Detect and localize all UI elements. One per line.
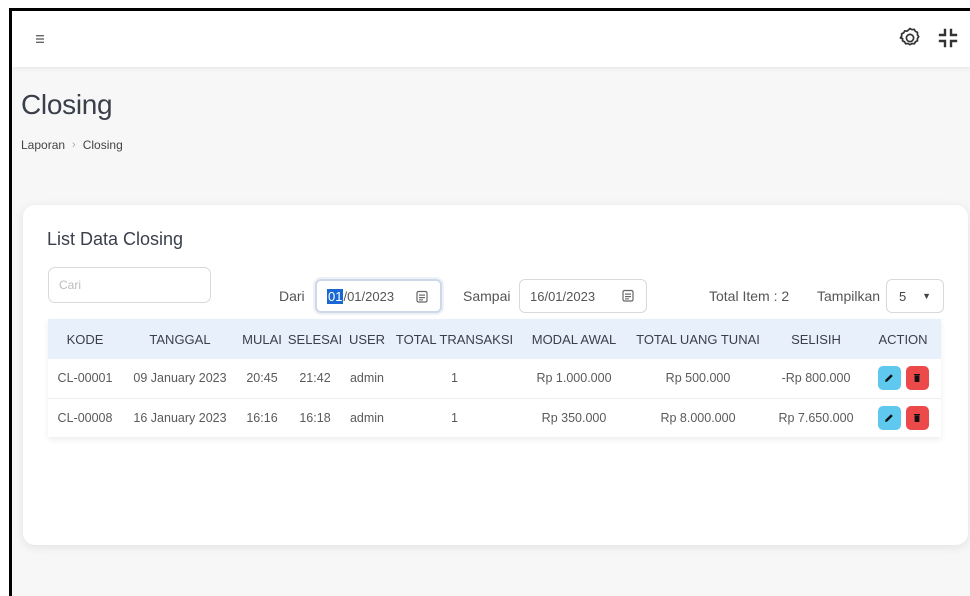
from-date-selected-text: 01 (327, 288, 344, 304)
calendar-icon[interactable] (416, 290, 428, 303)
trash-icon (914, 413, 920, 422)
column-header-selisih: SELISIH (791, 331, 841, 347)
closing-table: KODE TANGGAL MULAI SELESAI USER TOTAL TR… (48, 319, 941, 437)
delete-button[interactable] (905, 405, 929, 430)
cell-total-uang-tunai: Rp 8.000.000 (660, 410, 736, 425)
menu-icon[interactable] (32, 30, 50, 48)
column-header-mulai: MULAI (242, 331, 282, 347)
cell-kode: CL-00008 (57, 410, 113, 425)
page-size-value: 5 (899, 288, 907, 304)
cell-tanggal: 09 January 2023 (133, 371, 227, 386)
column-header-action: ACTION (878, 331, 928, 347)
to-date-text: 16/01/2023 (530, 288, 596, 304)
page-size-select[interactable]: 5 ▼ (886, 279, 944, 313)
cell-mulai: 20:45 (246, 371, 278, 386)
cell-action (865, 359, 941, 398)
app-canvas: Closing Laporan › Closing List Data Clos… (12, 11, 970, 596)
cell-selisih: Rp 7.650.000 (778, 410, 854, 425)
cell-selisih: -Rp 800.000 (781, 371, 851, 386)
calendar-icon[interactable] (622, 289, 634, 302)
column-header-user: USER (348, 331, 386, 347)
column-header-modal-awal: MODAL AWAL (531, 331, 617, 347)
pencil-icon (885, 413, 893, 422)
breadcrumb: Laporan › Closing (21, 138, 123, 152)
cell-mulai: 16:16 (246, 410, 278, 425)
page-title: Closing (21, 89, 113, 120)
closing-list-card: List Data Closing Dari 01/01/2023 Sampai… (23, 205, 968, 545)
column-header-selesai: SELESAI (287, 331, 343, 347)
show-label: Tampilkan (817, 288, 881, 304)
cell-tanggal: 16 January 2023 (133, 410, 227, 425)
top-bar (12, 11, 970, 67)
cell-user: admin (349, 371, 385, 386)
to-label: Sampai (463, 288, 511, 304)
edit-button[interactable] (877, 366, 901, 391)
cell-user: admin (349, 410, 385, 425)
from-date-input[interactable]: 01/01/2023 (315, 279, 442, 313)
cell-modal-awal: Rp 1.000.000 (536, 371, 612, 386)
column-header-kode: KODE (66, 331, 104, 347)
compress-icon[interactable] (937, 27, 959, 49)
cell-action (865, 398, 941, 437)
card-title: List Data Closing (47, 229, 184, 249)
chevron-down-icon: ▼ (922, 291, 931, 301)
table-row: CL-00001 09 January 2023 20:45 21:42 adm… (48, 359, 941, 398)
to-date-input[interactable]: 16/01/2023 (519, 279, 647, 313)
search-input[interactable] (48, 267, 211, 303)
table-header-row: KODE TANGGAL MULAI SELESAI USER TOTAL TR… (48, 319, 941, 359)
total-item-label: Total Item : 2 (709, 288, 790, 304)
gear-icon[interactable] (898, 26, 922, 50)
breadcrumb-item-closing: Closing (82, 138, 123, 152)
cell-selesai: 21:42 (299, 371, 331, 386)
trash-icon (914, 374, 920, 383)
cell-total-transaksi: 1 (451, 371, 458, 386)
cell-modal-awal: Rp 350.000 (541, 410, 607, 425)
edit-button[interactable] (877, 405, 901, 430)
cell-selesai: 16:18 (299, 410, 331, 425)
pencil-icon (885, 374, 893, 383)
table-row: CL-00008 16 January 2023 16:16 16:18 adm… (48, 398, 941, 437)
cell-total-uang-tunai: Rp 500.000 (665, 371, 731, 386)
column-header-total-transaksi: TOTAL TRANSAKSI (395, 331, 514, 347)
cell-kode: CL-00001 (57, 371, 113, 386)
from-label: Dari (279, 288, 305, 304)
column-header-tanggal: TANGGAL (149, 331, 211, 347)
cell-total-transaksi: 1 (451, 410, 458, 425)
breadcrumb-separator-icon: › (72, 139, 76, 151)
breadcrumb-item-laporan[interactable]: Laporan (21, 138, 65, 152)
from-date-text: /01/2023 (343, 288, 395, 304)
delete-button[interactable] (905, 366, 929, 391)
column-header-total-uang-tunai: TOTAL UANG TUNAI (636, 331, 760, 347)
